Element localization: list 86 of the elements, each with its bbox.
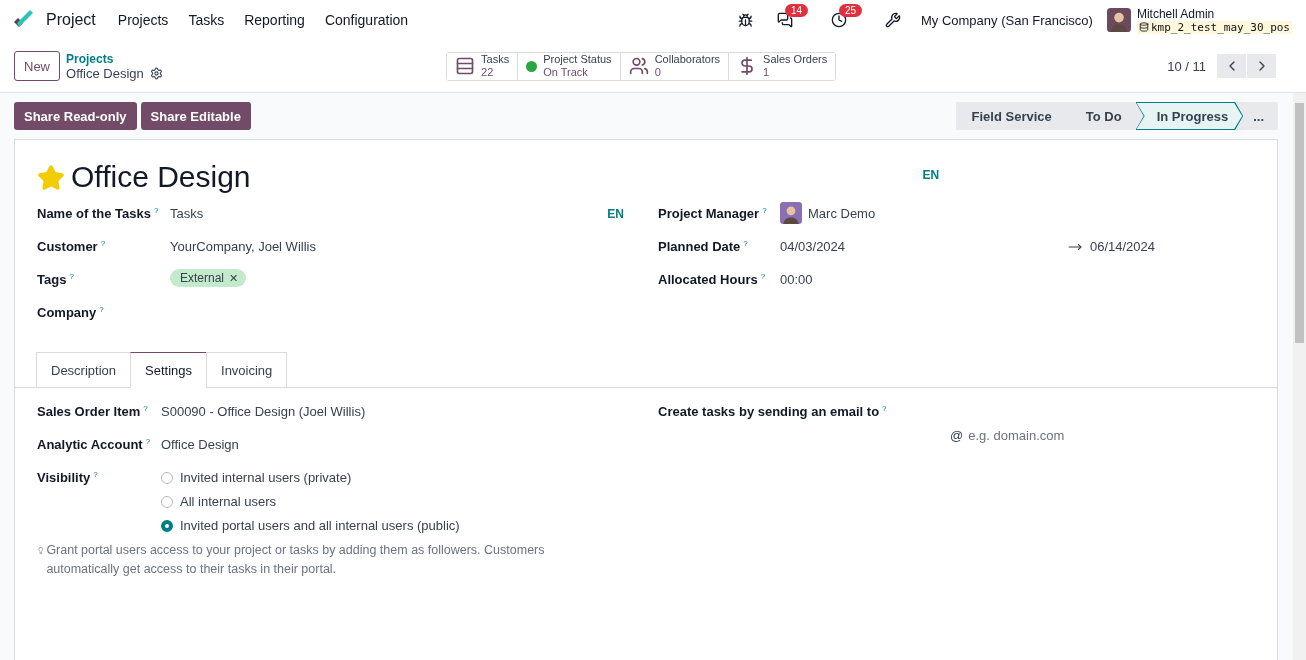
radio-button[interactable] bbox=[161, 471, 173, 484]
chat-icon[interactable] bbox=[776, 12, 793, 28]
help-mark: ? bbox=[882, 404, 887, 413]
field-label: Sales Order Item bbox=[37, 404, 141, 419]
smart-button-value: 22 bbox=[481, 66, 495, 79]
language-link[interactable]: EN bbox=[922, 168, 940, 182]
menu-item[interactable]: Configuration bbox=[316, 12, 417, 28]
field-value: 00:00 bbox=[780, 272, 813, 287]
smart-button-value: On Track bbox=[543, 66, 589, 79]
remove-tag-button[interactable]: ✕ bbox=[229, 271, 239, 285]
wrench-icon[interactable] bbox=[884, 12, 901, 28]
tab[interactable]: Settings bbox=[130, 352, 207, 388]
help-mark: ? bbox=[145, 437, 151, 446]
breadcrumb-current: Office Design bbox=[66, 65, 144, 81]
share-button[interactable]: Share Read-only bbox=[14, 102, 137, 130]
tab[interactable]: Invoicing bbox=[206, 352, 288, 388]
rows-icon bbox=[455, 56, 475, 76]
smart-button-value: 1 bbox=[763, 66, 771, 79]
smart-button-label: Project Status bbox=[543, 53, 612, 66]
help-mark: ? bbox=[99, 305, 104, 314]
app-name: Project bbox=[46, 11, 96, 29]
bug-icon[interactable] bbox=[737, 12, 753, 28]
record-title: Office Design bbox=[71, 160, 251, 194]
field-value: Marc Demo bbox=[808, 205, 876, 221]
radio-label: All internal users bbox=[180, 494, 277, 509]
clock-icon[interactable] bbox=[830, 12, 847, 28]
field-value: Office Design bbox=[161, 437, 239, 452]
field-value: 06/14/2024 bbox=[1089, 239, 1155, 254]
menu-item[interactable]: Projects bbox=[109, 12, 177, 28]
breadcrumb-link[interactable]: Projects bbox=[66, 51, 446, 66]
count-badge: 14 bbox=[784, 4, 809, 17]
field-value: S00090 - Office Design (Joel Willis) bbox=[161, 404, 366, 419]
menu-item[interactable]: Reporting bbox=[236, 12, 313, 28]
radio-button[interactable] bbox=[161, 495, 173, 508]
help-mark: ? bbox=[153, 206, 159, 215]
hint-text: Grant portal users access to your project or tasks by adding them as followers. Customers automatically get access to their tasks in their portal. bbox=[46, 542, 546, 578]
tag-label: External bbox=[180, 271, 225, 285]
smart-button[interactable]: Sales Orders 1 bbox=[728, 52, 836, 80]
share-button[interactable]: Share Editable bbox=[140, 102, 251, 130]
users-icon bbox=[628, 56, 649, 76]
field-value: 04/03/2024 bbox=[780, 239, 846, 254]
database-tag: kmp_2_test_may_30_pos bbox=[1136, 20, 1292, 34]
field-label: Company bbox=[37, 305, 97, 320]
pager-value: 10 / 11 bbox=[1167, 58, 1206, 74]
help-mark: ? bbox=[69, 272, 74, 281]
scrollbar-thumb[interactable] bbox=[1295, 103, 1304, 343]
menu-item[interactable]: Tasks bbox=[180, 12, 233, 28]
smart-button-value: 0 bbox=[654, 66, 662, 79]
stage-button[interactable]: In Progress bbox=[1135, 102, 1244, 130]
field-label: Create tasks by sending an email to bbox=[658, 404, 880, 419]
settings-icon[interactable] bbox=[149, 66, 163, 80]
help-mark: ? bbox=[760, 272, 766, 281]
help-mark: ? bbox=[143, 404, 148, 413]
lightbulb-icon bbox=[37, 545, 45, 556]
language-link[interactable]: EN bbox=[607, 206, 624, 221]
user-avatar bbox=[1106, 8, 1131, 32]
field-label: Name of the Tasks bbox=[37, 206, 151, 221]
field-label: Customer bbox=[37, 239, 98, 254]
avatar bbox=[780, 202, 802, 224]
field-label: Tags bbox=[37, 272, 67, 287]
field-label: Planned Date bbox=[658, 239, 741, 254]
field-label: Allocated Hours bbox=[658, 272, 758, 287]
new-button[interactable]: New bbox=[14, 51, 60, 81]
user-name: Mitchell Admin bbox=[1136, 6, 1216, 21]
count-badge: 25 bbox=[838, 4, 863, 17]
help-mark: ? bbox=[93, 470, 98, 479]
tab[interactable]: Description bbox=[36, 352, 132, 388]
radio-label: Invited internal users (private) bbox=[180, 470, 352, 485]
help-mark: ? bbox=[100, 239, 106, 248]
field-value: YourCompany, Joel Willis bbox=[170, 239, 316, 254]
field-label: Project Manager bbox=[658, 206, 760, 221]
database-icon bbox=[1138, 22, 1149, 32]
smart-button-label: Tasks bbox=[481, 53, 510, 66]
help-mark: ? bbox=[762, 206, 767, 215]
field-label: Analytic Account bbox=[37, 437, 143, 452]
more-stages-button[interactable]: ... bbox=[1243, 102, 1278, 130]
star-icon[interactable] bbox=[37, 164, 65, 192]
radio-label: Invited portal users and all internal users (public) bbox=[180, 518, 460, 533]
smart-button-label: Collaborators bbox=[654, 53, 721, 66]
smart-button-label: Sales Orders bbox=[763, 53, 828, 66]
radio-button[interactable] bbox=[161, 519, 173, 532]
field-label: Visibility bbox=[37, 470, 91, 485]
company-switcher[interactable]: My Company (San Francisco) bbox=[914, 12, 1103, 28]
help-mark: ? bbox=[743, 239, 748, 248]
field-value: Tasks bbox=[170, 206, 204, 221]
at-sign: @ bbox=[950, 428, 964, 443]
